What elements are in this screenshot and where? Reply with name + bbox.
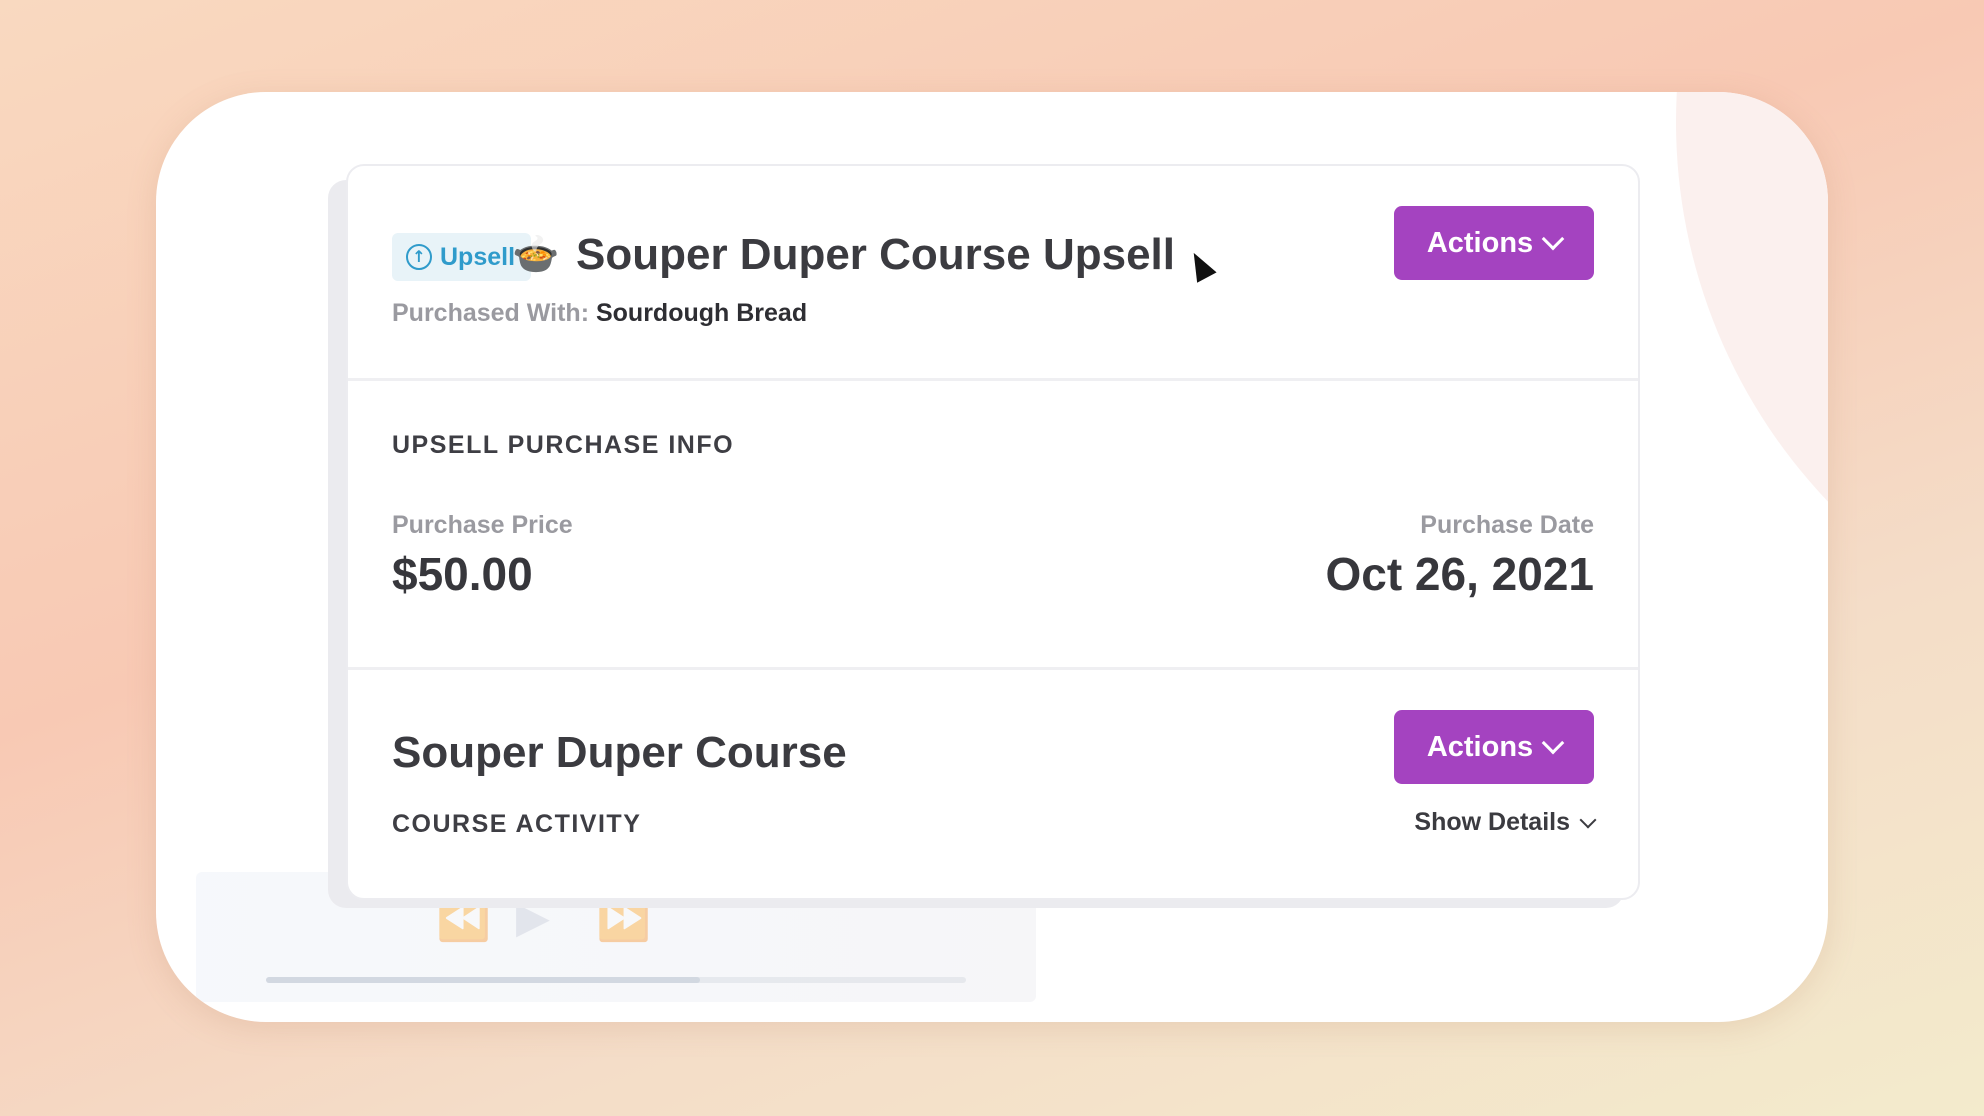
purchase-price-label: Purchase Price	[392, 511, 573, 539]
course-section: Souper Duper Course Actions COURSE ACTIV…	[348, 670, 1638, 898]
actions-button[interactable]: Actions	[1394, 206, 1594, 280]
soup-bowl-icon: 🍲	[512, 232, 560, 276]
chevron-down-icon	[1541, 227, 1565, 251]
window-frame: ⏪ ▶ ⏩ ↑ Upsell 🍲 Souper Duper Course Ups…	[156, 92, 1828, 1022]
actions-button-label: Actions	[1426, 226, 1534, 259]
course-title: Souper Duper Course	[392, 728, 847, 777]
actions-button-label: Actions	[1426, 730, 1534, 763]
purchased-with: Purchased With: Sourdough Bread	[392, 299, 807, 328]
show-details-toggle[interactable]: Show Details	[1414, 808, 1597, 837]
purchase-info-section: UPSELL PURCHASE INFO Purchase Price $50.…	[348, 381, 1638, 670]
upsell-badge: ↑ Upsell	[392, 233, 532, 281]
show-details-label: Show Details	[1414, 808, 1570, 836]
arrow-up-circle-icon: ↑	[406, 244, 432, 270]
purchase-price-value: $50.00	[392, 548, 533, 600]
upsell-card: ↑ Upsell 🍲 Souper Duper Course Upsell Pu…	[346, 164, 1640, 900]
chevron-down-icon	[1579, 811, 1597, 828]
course-activity-heading: COURSE ACTIVITY	[392, 810, 642, 838]
course-actions-button[interactable]: Actions	[1394, 710, 1594, 784]
purchased-with-label: Purchased With:	[392, 299, 590, 327]
badge-label: Upsell	[440, 242, 516, 271]
decorative-circle	[1676, 92, 1828, 672]
purchase-date-value: Oct 26, 2021	[1325, 548, 1594, 600]
section-heading: UPSELL PURCHASE INFO	[392, 431, 735, 459]
progress-fill	[266, 977, 700, 983]
upsell-header-section: ↑ Upsell 🍲 Souper Duper Course Upsell Pu…	[348, 166, 1638, 381]
purchase-date-label: Purchase Date	[1420, 511, 1594, 539]
page-title: Souper Duper Course Upsell	[576, 230, 1176, 279]
progress-track	[266, 977, 966, 983]
chevron-down-icon	[1541, 731, 1565, 755]
purchased-with-value: Sourdough Bread	[595, 299, 808, 327]
